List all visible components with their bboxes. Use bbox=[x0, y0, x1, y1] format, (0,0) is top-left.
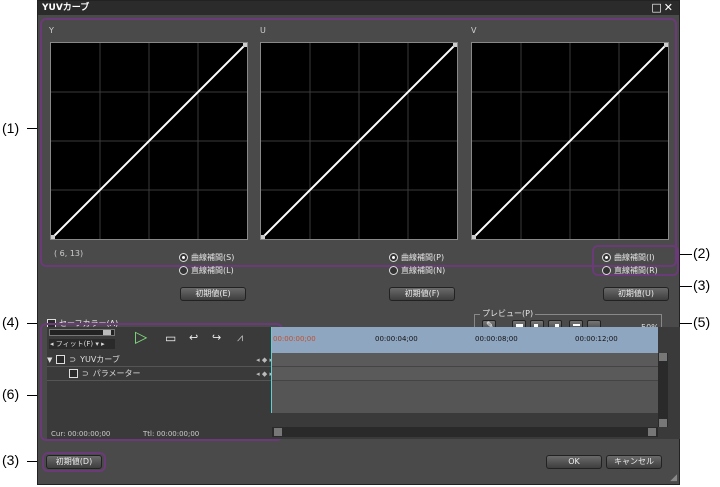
u-point-end bbox=[453, 43, 457, 47]
title-bar: YUVカーブ bbox=[38, 1, 679, 15]
ruler-tick-3: 00:00:12;00 bbox=[575, 335, 618, 343]
track-checkbox[interactable] bbox=[56, 355, 66, 364]
channel-label-v: V bbox=[471, 26, 477, 35]
radio-selected-icon bbox=[602, 252, 611, 262]
callout-5: (5) bbox=[693, 314, 711, 330]
v-point-end bbox=[664, 43, 668, 47]
scroll-up-icon[interactable] bbox=[659, 353, 667, 361]
v-interp-line-radio[interactable]: 直線補間(R) bbox=[602, 264, 658, 276]
track-area-row-2 bbox=[272, 367, 658, 381]
timeline-ruler[interactable]: 00:00:00;00 00:00:04;00 00:00:08;00 00:0… bbox=[271, 327, 658, 353]
cur-time: Cur: 00:00:00;00 bbox=[51, 430, 111, 438]
ruler-tick-1: 00:00:04;00 bbox=[375, 335, 418, 343]
u-reset-button[interactable]: 初期値(F) bbox=[389, 287, 455, 301]
zoom-slider[interactable] bbox=[49, 329, 115, 336]
track-area-row-1 bbox=[272, 353, 658, 367]
y-reset-button[interactable]: 初期値(E) bbox=[180, 287, 246, 301]
preview-label: プレビュー(P) bbox=[480, 308, 536, 319]
add-keyframe-icon[interactable]: ▭ bbox=[165, 331, 176, 345]
track-name-parameter: パラメーター bbox=[92, 369, 141, 378]
ruler-tick-2: 00:00:08;00 bbox=[475, 335, 518, 343]
ok-button[interactable]: OK bbox=[546, 455, 602, 469]
y-curve-graph[interactable] bbox=[50, 42, 248, 240]
y-point-start bbox=[51, 235, 55, 239]
link-icon: ⊃ bbox=[82, 369, 89, 378]
radio-selected-icon bbox=[389, 252, 398, 262]
v-interp-curve-label: 曲線補間(I) bbox=[614, 252, 655, 262]
u-interp-line-radio[interactable]: 直線補間(N) bbox=[389, 264, 445, 276]
track-area-empty bbox=[272, 381, 658, 413]
u-point-start bbox=[261, 235, 265, 239]
cancel-button[interactable]: キャンセル bbox=[606, 455, 662, 469]
coord-readout: ( 6, 13) bbox=[54, 249, 84, 258]
preview-split-top-icon bbox=[573, 324, 580, 326]
y-point-end bbox=[243, 43, 247, 47]
u-interp-curve-label: 曲線補間(P) bbox=[401, 252, 445, 262]
window-title: YUVカーブ bbox=[42, 3, 90, 13]
track-row-parameter[interactable]: ⊃ パラメーター ◂ ◆ ▸ bbox=[47, 367, 279, 381]
callout-1: (1) bbox=[2, 120, 20, 136]
next-keyframe-icon[interactable]: ↪ bbox=[212, 331, 221, 344]
callout-6: (6) bbox=[2, 386, 20, 402]
expand-icon[interactable]: ▼ bbox=[47, 356, 52, 364]
track-row-yuv[interactable]: ▼ ⊃ YUVカーブ ◂ ◆ ▸ bbox=[47, 353, 279, 367]
zoom-slider-thumb[interactable] bbox=[103, 330, 111, 335]
callout-3-top: (3) bbox=[693, 277, 711, 293]
radio-unselected-icon bbox=[389, 265, 398, 275]
channel-label-y: Y bbox=[49, 26, 54, 35]
v-reset-button[interactable]: 初期値(U) bbox=[603, 287, 669, 301]
play-icon[interactable]: ▷ bbox=[135, 329, 147, 345]
scroll-down-icon[interactable] bbox=[659, 419, 667, 427]
y-curve-plot bbox=[50, 42, 248, 240]
ruler-tick-0: 00:00:00;00 bbox=[273, 335, 316, 343]
u-interp-curve-radio[interactable]: 曲線補間(P) bbox=[389, 251, 444, 263]
y-interp-line-label: 直線補間(L) bbox=[191, 265, 234, 275]
fit-dropdown[interactable]: ◂ フィット(F) ▾ ▸ bbox=[49, 339, 115, 349]
v-point-start bbox=[472, 235, 476, 239]
u-curve-graph[interactable] bbox=[260, 42, 458, 240]
u-curve-plot bbox=[260, 42, 458, 240]
callout-4: (4) bbox=[2, 314, 20, 330]
horizontal-scrollbar[interactable] bbox=[272, 427, 658, 437]
yuv-curve-dialog: YUVカーブ □✕ Y U V (6, 13) 曲線補間(S) 直線補間(L)… bbox=[37, 0, 680, 485]
y-interp-line-radio[interactable]: 直線補間(L) bbox=[179, 264, 234, 276]
total-time: Ttl: 00:00:00;00 bbox=[143, 430, 200, 438]
v-interp-line-label: 直線補間(R) bbox=[614, 265, 658, 275]
reset-all-button[interactable]: 初期値(D) bbox=[46, 455, 102, 469]
callout-3-bottom: (3) bbox=[2, 452, 20, 468]
graph-view-icon[interactable]: ⩘ bbox=[237, 331, 243, 345]
v-interp-curve-radio[interactable]: 曲線補間(I) bbox=[602, 251, 655, 263]
callout-2: (2) bbox=[693, 245, 711, 261]
v-curve-graph[interactable] bbox=[471, 42, 669, 240]
fit-label: フィット(F) bbox=[55, 340, 94, 348]
prev-keyframe-icon[interactable]: ↩ bbox=[189, 331, 198, 344]
track-name-yuv: YUVカーブ bbox=[80, 355, 120, 364]
keyframe-timeline: ◂ フィット(F) ▾ ▸ ▷ ▭ ↩ ↪ ⩘ ▼ ⊃ YUVカーブ ◂ ◆ ▸… bbox=[47, 327, 680, 439]
window-controls[interactable]: □✕ bbox=[651, 1, 675, 15]
v-curve-plot bbox=[471, 42, 669, 240]
u-interp-line-label: 直線補間(N) bbox=[401, 265, 446, 275]
scroll-left-icon[interactable] bbox=[274, 428, 282, 436]
link-icon: ⊃ bbox=[69, 355, 77, 364]
radio-unselected-icon bbox=[602, 265, 611, 275]
param-checkbox[interactable] bbox=[69, 369, 78, 378]
y-interp-curve-radio[interactable]: 曲線補間(S) bbox=[179, 251, 234, 263]
y-interp-curve-label: 曲線補間(S) bbox=[191, 252, 235, 262]
radio-selected-icon bbox=[179, 252, 188, 262]
leader-2 bbox=[680, 254, 692, 255]
track-list: ▼ ⊃ YUVカーブ ◂ ◆ ▸ ⊃ パラメーター ◂ ◆ ▸ bbox=[47, 353, 279, 413]
radio-unselected-icon bbox=[179, 265, 188, 275]
vertical-scrollbar[interactable] bbox=[658, 353, 668, 427]
channel-label-u: U bbox=[260, 26, 266, 35]
scroll-right-icon[interactable] bbox=[648, 428, 656, 436]
resize-grip-icon[interactable]: ◢ bbox=[670, 473, 677, 483]
